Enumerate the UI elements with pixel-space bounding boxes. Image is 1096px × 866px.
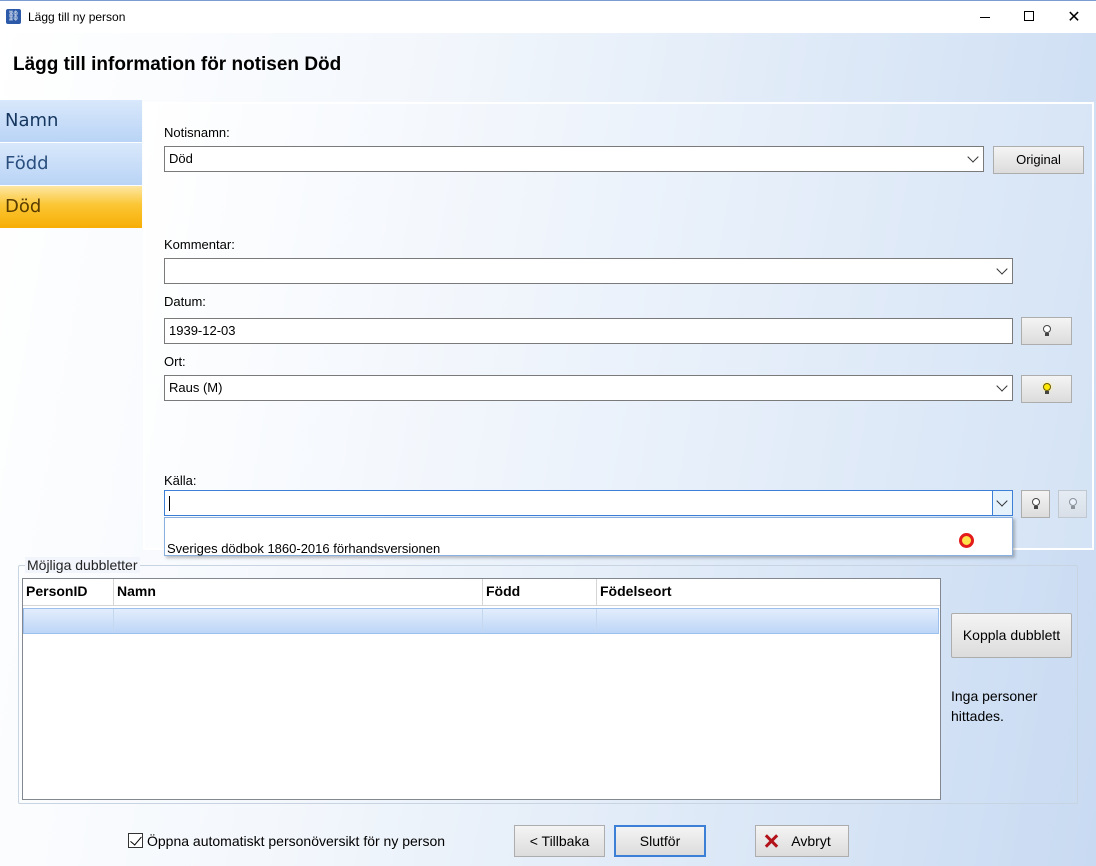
ort-hint-button[interactable] [1021,375,1072,403]
lightbulb-lit-icon [1042,383,1051,394]
chevron-down-icon [996,495,1008,507]
table-cell [483,609,597,633]
app-icon: ⛓ [6,9,21,24]
column-header-namn[interactable]: Namn [114,579,483,606]
finish-button[interactable]: Slutför [614,825,706,857]
column-header-personid[interactable]: PersonID [23,579,114,606]
lightbulbs-disabled-icon [1068,498,1077,509]
minimize-icon [980,17,990,18]
column-header-fodd[interactable]: Född [483,579,597,606]
nav-item-namn[interactable]: Namn [0,100,142,142]
notisnamn-value: Död [169,151,193,166]
ort-value: Raus (M) [169,380,223,395]
ort-label: Ort: [164,354,186,369]
back-button[interactable]: < Tillbaka [514,825,605,857]
datum-input[interactable]: 1939-12-03 [164,318,1013,344]
table-row[interactable] [23,608,939,634]
duplicates-table[interactable]: PersonID Namn Född Födelseort [22,578,941,800]
kalla-multi-hint-button[interactable] [1058,490,1087,518]
table-cell [24,609,114,633]
table-header: PersonID Namn Född Födelseort [23,579,940,606]
kommentar-combo[interactable] [164,258,1013,284]
kommentar-label: Kommentar: [164,237,235,252]
datum-label: Datum: [164,294,206,309]
kalla-hint-button[interactable] [1021,490,1050,518]
column-header-fodelseort[interactable]: Födelseort [597,579,940,606]
maximize-icon [1024,11,1034,21]
auto-overview-label[interactable]: Öppna automatiskt personöversikt för ny … [147,833,445,849]
kalla-dropdown-list: Sveriges dödbok 1860-2016 förhandsversio… [164,517,1013,556]
chevron-down-icon [967,151,979,163]
nav-item-fodd[interactable]: Född [0,143,142,185]
ort-combo[interactable]: Raus (M) [164,375,1013,401]
auto-overview-checkbox[interactable] [128,833,143,848]
datum-value: 1939-12-03 [169,323,236,338]
kalla-combo[interactable] [164,490,1013,516]
link-duplicate-button[interactable]: Koppla dubblett [951,613,1072,658]
cursor-highlight-icon [959,533,974,548]
cancel-x-icon [763,833,779,849]
close-button[interactable]: ✕ [1051,1,1096,33]
duplicates-status: Inga personer hittades. [951,688,1038,724]
lightbulb-icon [1042,325,1051,336]
chevron-down-icon [996,263,1008,275]
cancel-button[interactable]: Avbryt [755,825,849,857]
lightbulb-icon [1031,498,1040,509]
chevron-down-icon [996,380,1008,392]
page-title: Lägg till information för notisen Död [13,54,342,75]
text-caret [169,496,170,511]
nav-item-dod[interactable]: Död [0,186,142,228]
kalla-label: Källa: [164,473,197,488]
datum-hint-button[interactable] [1021,317,1072,345]
notisnamn-label: Notisnamn: [164,125,230,140]
original-button[interactable]: Original [993,146,1084,174]
dropdown-item[interactable]: Sveriges dödbok 1860-2016 förhandsversio… [167,541,440,556]
title-bar: ⛓ Lägg till ny person ✕ [0,0,1096,33]
table-cell [114,609,483,633]
kalla-dropdown-button[interactable] [992,491,1012,515]
duplicates-group-title: Möjliga dubbletter [25,557,140,573]
window-title: Lägg till ny person [28,10,126,24]
cancel-button-label: Avbryt [791,833,831,849]
notisnamn-combo[interactable]: Död [164,146,984,172]
